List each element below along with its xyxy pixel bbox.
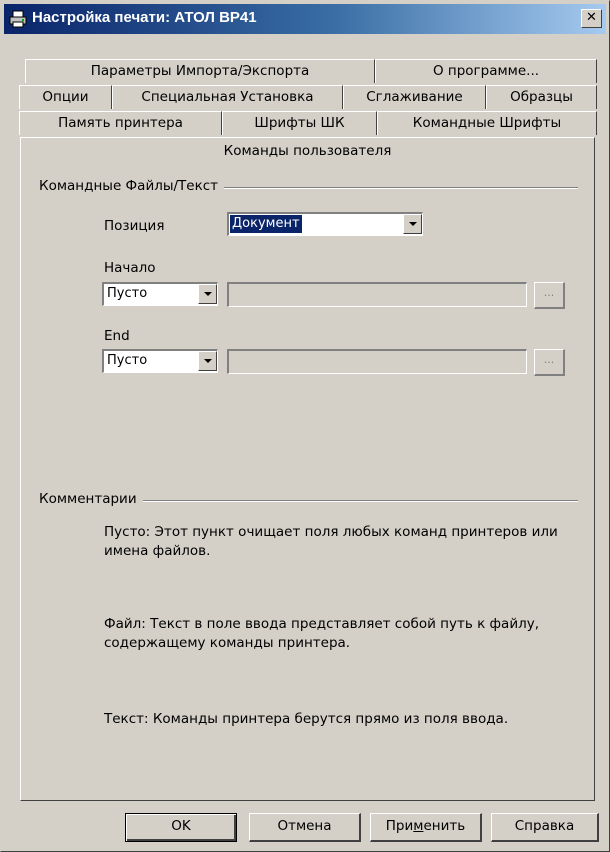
ok-button[interactable]: OK — [125, 813, 237, 842]
close-icon[interactable]: ✕ — [581, 9, 602, 28]
end-browse-button[interactable]: ... — [534, 349, 565, 376]
end-text-field[interactable] — [227, 349, 527, 374]
title-bar[interactable]: Настройка печати: АТОЛ ВР41 ✕ — [4, 4, 606, 34]
end-label: End — [104, 328, 130, 344]
print-settings-dialog: Настройка печати: АТОЛ ВР41 ✕ Параметры … — [0, 0, 610, 852]
apply-label-post: енить — [423, 818, 466, 834]
printer-icon — [9, 10, 27, 28]
start-text-field[interactable] — [227, 282, 527, 307]
apply-button[interactable]: Применить — [370, 813, 482, 842]
cancel-label: Отмена — [277, 818, 332, 834]
comments-group-label: Комментарии — [39, 491, 143, 507]
window-title: Настройка печати: АТОЛ ВР41 — [32, 9, 257, 26]
start-value: Пусто — [107, 286, 148, 301]
chevron-down-icon[interactable] — [198, 351, 217, 371]
chevron-down-icon[interactable] — [198, 284, 217, 304]
comment-empty: Пусто: Этот пункт очищает поля любых ком… — [104, 524, 558, 559]
comment-file: Файл: Текст в поле ввода представляет со… — [104, 616, 540, 651]
end-value: Пусто — [107, 353, 148, 368]
apply-label-pre: При — [385, 818, 414, 834]
cancel-button[interactable]: Отмена — [249, 813, 361, 842]
tab-command-fonts[interactable]: Командные Шрифты — [377, 111, 597, 135]
start-browse-button[interactable]: ... — [534, 282, 565, 309]
tab-user-commands[interactable]: Команды пользователя — [20, 137, 595, 165]
tab-special-setup[interactable]: Специальная Установка — [112, 85, 343, 109]
tab-printer-memory[interactable]: Память принтера — [19, 111, 222, 135]
position-label: Позиция — [104, 218, 165, 234]
tab-barcode-fonts[interactable]: Шрифты ШК — [222, 111, 377, 135]
position-value: Документ — [230, 215, 302, 233]
help-button[interactable]: Справка — [491, 813, 599, 842]
start-select[interactable]: Пусто — [102, 282, 218, 306]
command-files-group-label: Командные Файлы/Текст — [39, 178, 225, 194]
tab-import-export[interactable]: Параметры Импорта/Экспорта — [25, 59, 375, 83]
chevron-down-icon[interactable] — [403, 214, 422, 234]
end-select[interactable]: Пусто — [102, 349, 218, 373]
tab-smoothing[interactable]: Сглаживание — [343, 85, 486, 109]
start-label: Начало — [104, 260, 156, 276]
tab-options[interactable]: Опции — [19, 85, 112, 109]
position-select[interactable]: Документ — [227, 212, 423, 236]
apply-label-accel: м — [413, 818, 424, 834]
tab-about[interactable]: О программе... — [375, 59, 597, 83]
tab-panel — [20, 139, 595, 801]
tab-samples[interactable]: Образцы — [486, 85, 597, 109]
comment-text: Текст: Команды принтера берутся прямо из… — [104, 711, 509, 727]
